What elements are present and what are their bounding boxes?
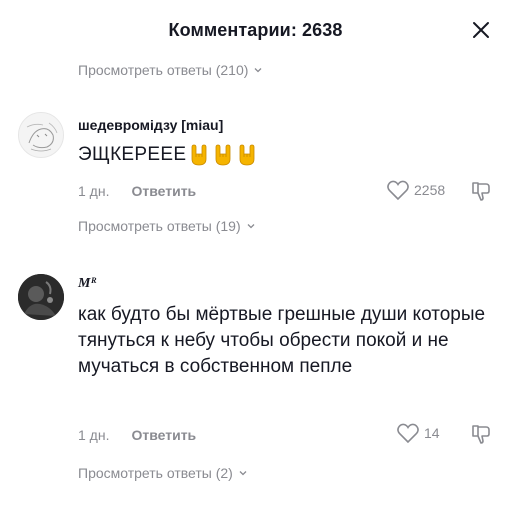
view-replies-button[interactable]: Просмотреть ответы (2) (78, 465, 248, 481)
heart-icon (387, 180, 409, 201)
chevron-down-icon (254, 68, 262, 73)
comment-meta: 1 дн. Ответить (78, 183, 196, 199)
comment-text-content: ЭЩКЕРЕЕЕ (78, 144, 187, 165)
like-button[interactable]: 2258 (386, 179, 445, 201)
view-replies-button[interactable]: Просмотреть ответы (19) (78, 218, 256, 234)
comment-username[interactable]: шедевромідзу [miau] (78, 117, 223, 133)
comment-meta: 1 дн. Ответить (78, 427, 196, 443)
comment-time: 1 дн. (78, 183, 110, 199)
reply-button[interactable]: Ответить (131, 427, 196, 443)
thumbs-down-icon[interactable] (470, 423, 492, 445)
avatar[interactable] (18, 112, 64, 158)
reply-button[interactable]: Ответить (131, 183, 196, 199)
like-button[interactable]: 14 (396, 422, 440, 444)
avatar[interactable] (18, 274, 64, 320)
like-count: 14 (424, 425, 440, 441)
chevron-down-icon (247, 224, 255, 229)
comment-username[interactable]: Mᴿ (78, 276, 96, 292)
comment-text: ЭЩКЕРЕЕЕ (78, 143, 258, 167)
comments-header: Комментарии: 2638 (0, 0, 511, 62)
sign-of-horns-emoji (191, 144, 207, 166)
comments-title: Комментарии: 2638 (168, 20, 343, 40)
comment-text: как будто бы мёртвые грешные души которы… (78, 304, 486, 377)
heart-icon (397, 423, 419, 444)
close-icon[interactable] (469, 18, 493, 42)
sign-of-horns-emoji (215, 144, 231, 166)
avatar-photo-image (18, 274, 64, 320)
comment-time: 1 дн. (78, 427, 110, 443)
sign-of-horns-emoji (239, 144, 255, 166)
view-replies-label: Просмотреть ответы (19) (78, 218, 241, 234)
view-replies-button[interactable]: Просмотреть ответы (210) (78, 62, 263, 78)
thumbs-down-icon[interactable] (470, 180, 492, 202)
avatar-sketch-image (19, 113, 63, 157)
view-replies-label: Просмотреть ответы (210) (78, 62, 249, 78)
chevron-down-icon (239, 471, 247, 476)
view-replies-label: Просмотреть ответы (2) (78, 465, 233, 481)
like-count: 2258 (414, 182, 446, 198)
